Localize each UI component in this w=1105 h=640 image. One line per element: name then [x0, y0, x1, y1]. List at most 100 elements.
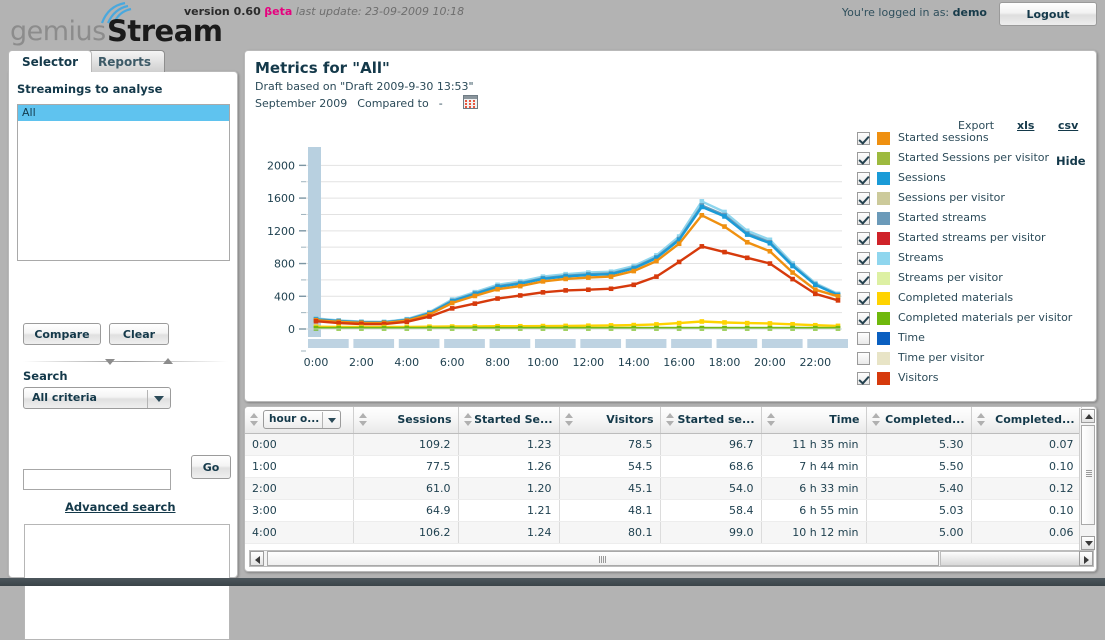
legend-label: Streams [898, 251, 944, 264]
table-cell-hour: 3:00 [245, 499, 354, 522]
scroll-up-arrow-icon[interactable] [1081, 409, 1095, 423]
legend-checkbox[interactable] [857, 312, 870, 325]
scroll-right-arrow-icon[interactable] [1079, 551, 1093, 566]
legend-checkbox[interactable] [857, 332, 870, 345]
chevron-down-icon[interactable] [105, 359, 115, 365]
streamings-list[interactable]: All [17, 104, 230, 261]
legend-item[interactable]: Started streams [857, 209, 1093, 229]
advanced-search-link[interactable]: Advanced search [65, 500, 176, 514]
legend-item[interactable]: Streams per visitor [857, 269, 1093, 289]
table-horizontal-scrollbar[interactable] [249, 550, 1094, 567]
legend-checkbox[interactable] [857, 292, 870, 305]
compared-to-label: Compared to [357, 97, 429, 110]
legend-label: Time [898, 331, 925, 344]
sort-arrows-icon[interactable] [766, 413, 776, 426]
table-row[interactable]: 2:00 61.0 1.20 45.1 54.0 6 h 33 min 5.40 0.12 [245, 477, 1082, 500]
table-column-header[interactable]: Started se... [660, 407, 762, 434]
period-value: September 2009 [255, 97, 348, 110]
svg-text:22:00: 22:00 [799, 356, 831, 369]
table-row[interactable]: 3:00 64.9 1.21 48.1 58.4 6 h 55 min 5.03 0.10 [245, 499, 1082, 522]
login-info: You're logged in as: demo [842, 6, 987, 19]
selector-panel: Streamings to analyse All Compare Clear … [8, 71, 238, 640]
table-column-header[interactable]: Completed... [866, 407, 972, 434]
svg-text:0:00: 0:00 [304, 356, 329, 369]
metrics-line-chart[interactable]: 0 400 800 1200 1600 2000 0:00 2:00 4:00 6:00 8:00 1… [254, 141, 854, 386]
legend-label: Started sessions [898, 131, 989, 144]
tab-selector[interactable]: Selector [8, 50, 93, 72]
legend-checkbox[interactable] [857, 132, 870, 145]
sort-arrows-icon[interactable] [976, 413, 986, 426]
table-column-header[interactable]: Sessions [353, 407, 459, 434]
panel-splitter[interactable] [23, 357, 228, 366]
legend-checkbox[interactable] [857, 192, 870, 205]
legend-item[interactable]: Sessions per visitor [857, 189, 1093, 209]
clear-button[interactable]: Clear [109, 323, 169, 345]
sort-arrows-icon[interactable] [358, 413, 368, 426]
table-row[interactable]: 0:00 109.2 1.23 78.5 96.7 11 h 35 min 5.30 0.07 [245, 433, 1082, 456]
legend-item[interactable]: Visitors [857, 369, 1093, 389]
legend-item[interactable]: Time per visitor [857, 349, 1093, 369]
legend-checkbox[interactable] [857, 152, 870, 165]
table-column-header[interactable]: Visitors [559, 407, 661, 434]
compare-button[interactable]: Compare [23, 323, 101, 345]
legend-label: Visitors [898, 371, 939, 384]
scroll-left-arrow-icon[interactable] [250, 551, 264, 566]
go-button[interactable]: Go [191, 455, 231, 479]
calendar-icon-header [464, 96, 477, 99]
legend-checkbox[interactable] [857, 172, 870, 185]
table-column-header[interactable]: Time [761, 407, 867, 434]
table-column-header[interactable]: Started Se... [458, 407, 560, 434]
vertical-scroll-thumb[interactable] [1081, 425, 1095, 525]
legend-item[interactable]: Started streams per visitor [857, 229, 1093, 249]
hour-of-day-select[interactable]: hour o... [263, 410, 341, 429]
legend-checkbox[interactable] [857, 232, 870, 245]
legend-checkbox[interactable] [857, 252, 870, 265]
list-item[interactable]: All [18, 105, 229, 121]
table-row[interactable]: 4:00 106.2 1.24 80.1 99.0 10 h 12 min 5.00 0.06 [245, 521, 1082, 544]
legend-item[interactable]: Completed materials per visitor [857, 309, 1093, 329]
column-header-label: Time [829, 413, 860, 427]
search-criteria-select[interactable]: All criteria [23, 387, 171, 409]
table-cell: 5.00 [866, 521, 972, 544]
legend-item[interactable]: Streams [857, 249, 1093, 269]
legend-item[interactable]: Completed materials [857, 289, 1093, 309]
svg-text:1600: 1600 [267, 192, 295, 205]
chevron-up-icon[interactable] [163, 358, 173, 364]
legend-item[interactable]: Started sessions [857, 129, 1093, 149]
column-header-label: Visitors [606, 413, 654, 427]
table-row[interactable]: 1:00 77.5 1.26 54.5 68.6 7 h 44 min 5.50 0.10 [245, 455, 1082, 478]
legend-color-swatch [877, 312, 890, 325]
legend-item[interactable]: Time [857, 329, 1093, 349]
table-vertical-scrollbar[interactable] [1079, 408, 1095, 551]
column-header-label: Completed... [995, 413, 1075, 427]
table-column-header[interactable]: hour o... [245, 407, 354, 434]
scroll-track[interactable] [940, 551, 1080, 566]
calendar-icon[interactable] [463, 95, 478, 109]
sort-arrows-icon[interactable] [564, 413, 574, 426]
legend-checkbox[interactable] [857, 372, 870, 385]
table-cell: 6 h 55 min [761, 499, 867, 522]
sort-arrows-icon[interactable] [871, 413, 881, 426]
legend-item[interactable]: Started Sessions per visitor [857, 149, 1093, 169]
search-input[interactable] [23, 469, 171, 490]
scroll-grip [1086, 470, 1092, 477]
search-criteria-value: All criteria [32, 391, 97, 404]
version-number: version 0.60 [184, 5, 261, 18]
sort-arrows-icon[interactable] [250, 413, 259, 426]
table-column-header[interactable]: Completed... [971, 407, 1082, 434]
sort-arrows-icon[interactable] [665, 413, 675, 426]
logout-button[interactable]: Logout [999, 2, 1097, 26]
sort-arrows-icon[interactable] [463, 413, 473, 426]
svg-text:2000: 2000 [267, 159, 295, 172]
scroll-down-arrow-icon[interactable] [1081, 536, 1095, 550]
table-cell: 5.30 [866, 433, 972, 456]
legend-checkbox[interactable] [857, 352, 870, 365]
horizontal-scroll-thumb[interactable] [267, 551, 939, 566]
legend-item[interactable]: Sessions [857, 169, 1093, 189]
table-cell: 1.21 [458, 499, 560, 522]
tab-reports[interactable]: Reports [84, 50, 166, 72]
legend-checkbox[interactable] [857, 212, 870, 225]
legend-color-swatch [877, 232, 890, 245]
legend-checkbox[interactable] [857, 272, 870, 285]
column-header-label: Sessions [397, 413, 452, 427]
